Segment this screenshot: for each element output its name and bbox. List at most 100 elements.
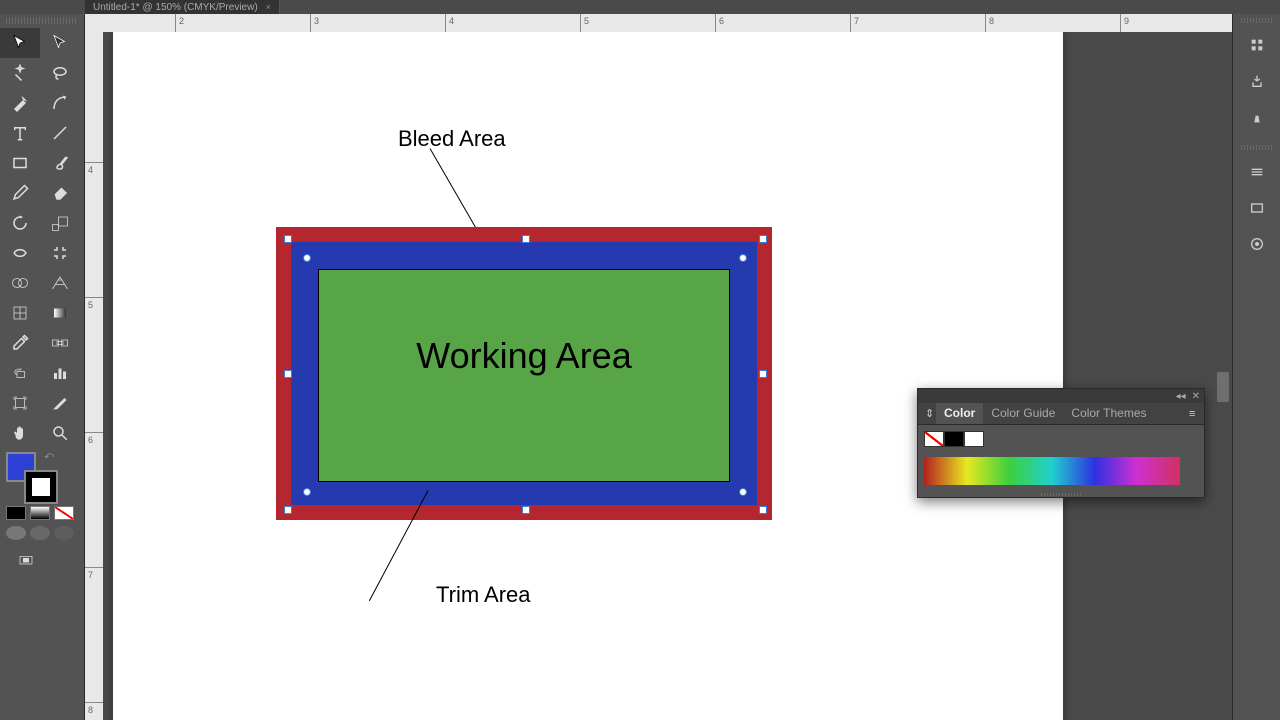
artboard[interactable]: Bleed Area Working Area Trim Area — [113, 32, 1063, 720]
panel-titlebar[interactable]: ◂◂ ✕ — [918, 389, 1204, 403]
ruler-h-tick: 2 — [179, 16, 184, 26]
free-transform-tool[interactable] — [40, 238, 80, 268]
scale-tool[interactable] — [40, 208, 80, 238]
panel-menu-icon[interactable]: ≡ — [1186, 408, 1200, 420]
ruler-v-tick: 6 — [88, 435, 93, 445]
artboard-tool[interactable] — [0, 388, 40, 418]
column-graph-tool[interactable] — [40, 358, 80, 388]
tab-color-themes[interactable]: Color Themes — [1063, 403, 1154, 424]
panel-close-icon[interactable]: ✕ — [1192, 391, 1200, 402]
swatches-panel-icon[interactable] — [1233, 190, 1280, 226]
panel-tab-row: ⇕ Color Color Guide Color Themes ≡ — [918, 403, 1204, 425]
selection-handle[interactable] — [739, 254, 747, 262]
ruler-h-tick: 7 — [854, 16, 859, 26]
shape-builder-tool[interactable] — [0, 268, 40, 298]
draw-normal-icon[interactable] — [6, 526, 26, 540]
panel-resize-grip[interactable] — [918, 491, 1204, 497]
libraries-panel-icon[interactable] — [1233, 63, 1280, 99]
working-area-rect[interactable]: Working Area — [318, 269, 730, 482]
eraser-tool[interactable] — [40, 178, 80, 208]
mesh-tool[interactable] — [0, 298, 40, 328]
tab-color-guide[interactable]: Color Guide — [983, 403, 1063, 424]
ruler-h-tick: 5 — [584, 16, 589, 26]
symbol-sprayer-tool[interactable] — [0, 358, 40, 388]
lasso-tool[interactable] — [40, 58, 80, 88]
horizontal-ruler[interactable]: 2 3 4 5 6 7 8 9 — [85, 14, 1232, 32]
scrollbar-thumb[interactable] — [1217, 372, 1229, 402]
right-panel-dock — [1232, 14, 1280, 720]
selection-handle[interactable] — [284, 370, 292, 378]
right-dock-grip-2[interactable] — [1241, 145, 1272, 150]
color-mode-solid[interactable] — [6, 506, 26, 520]
color-mode-none[interactable] — [54, 506, 74, 520]
line-segment-tool[interactable] — [40, 118, 80, 148]
selection-handle[interactable] — [303, 488, 311, 496]
ruler-v-tick: 5 — [88, 300, 93, 310]
perspective-grid-tool[interactable] — [40, 268, 80, 298]
toolbar-grip[interactable] — [6, 18, 78, 24]
selection-handle[interactable] — [284, 506, 292, 514]
tools-panel: ⤺ — [0, 14, 85, 720]
direct-selection-tool[interactable] — [40, 28, 80, 58]
color-white-swatch[interactable] — [964, 431, 984, 447]
paintbrush-tool[interactable] — [40, 148, 80, 178]
selection-handle[interactable] — [759, 370, 767, 378]
vertical-ruler[interactable]: 4 5 6 7 8 — [85, 32, 103, 720]
swap-fill-stroke-icon[interactable]: ⤺ — [44, 450, 54, 461]
color-spectrum[interactable] — [924, 457, 1180, 485]
appearance-panel-icon[interactable] — [1233, 226, 1280, 262]
zoom-tool[interactable] — [40, 418, 80, 448]
vertical-scrollbar[interactable]: ▴ — [1214, 14, 1232, 720]
slice-tool[interactable] — [40, 388, 80, 418]
gradient-tool[interactable] — [40, 298, 80, 328]
blend-tool[interactable] — [40, 328, 80, 358]
tab-color[interactable]: Color — [936, 403, 983, 424]
panel-collapse-icon[interactable]: ◂◂ — [1176, 391, 1186, 402]
color-panel-body — [918, 425, 1204, 491]
screen-mode-icon[interactable] — [6, 546, 46, 576]
selection-handle[interactable] — [759, 235, 767, 243]
selection-handle[interactable] — [739, 488, 747, 496]
hand-tool[interactable] — [0, 418, 40, 448]
ruler-h-tick: 3 — [314, 16, 319, 26]
document-tab[interactable]: Untitled-1* @ 150% (CMYK/Preview) × — [85, 0, 280, 14]
selection-handle[interactable] — [303, 254, 311, 262]
magic-wand-tool[interactable] — [0, 58, 40, 88]
ruler-v-tick: 4 — [88, 165, 93, 175]
right-dock-grip[interactable] — [1241, 18, 1272, 23]
color-mode-gradient[interactable] — [30, 506, 50, 520]
rectangle-tool[interactable] — [0, 148, 40, 178]
pen-tool[interactable] — [0, 88, 40, 118]
document-tab-bar: Untitled-1* @ 150% (CMYK/Preview) × — [85, 0, 1230, 14]
stroke-swatch[interactable] — [26, 472, 56, 502]
close-tab-icon[interactable]: × — [266, 2, 271, 12]
color-none-swatch[interactable] — [924, 431, 944, 447]
rotate-tool[interactable] — [0, 208, 40, 238]
ruler-h-tick: 9 — [1124, 16, 1129, 26]
draw-inside-icon[interactable] — [54, 526, 74, 540]
selection-handle[interactable] — [522, 235, 530, 243]
type-tool[interactable] — [0, 118, 40, 148]
selection-handle[interactable] — [759, 506, 767, 514]
color-panel[interactable]: ◂◂ ✕ ⇕ Color Color Guide Color Themes ≡ — [917, 388, 1205, 498]
pencil-tool[interactable] — [0, 178, 40, 208]
selection-handle[interactable] — [522, 506, 530, 514]
bleed-label: Bleed Area — [398, 126, 506, 152]
selection-handle[interactable] — [284, 235, 292, 243]
color-black-swatch[interactable] — [944, 431, 964, 447]
canvas-viewport[interactable]: Bleed Area Working Area Trim Area — [103, 32, 1214, 720]
brushes-panel-icon[interactable] — [1233, 99, 1280, 135]
ruler-h-tick: 4 — [449, 16, 454, 26]
curvature-tool[interactable] — [40, 88, 80, 118]
stroke-panel-icon[interactable] — [1233, 154, 1280, 190]
ruler-h-tick: 8 — [989, 16, 994, 26]
ruler-v-tick: 8 — [88, 705, 93, 715]
color-swatch-area: ⤺ — [0, 448, 84, 580]
working-area-label: Working Area — [416, 335, 631, 417]
width-tool[interactable] — [0, 238, 40, 268]
draw-behind-icon[interactable] — [30, 526, 50, 540]
properties-panel-icon[interactable] — [1233, 27, 1280, 63]
selection-tool[interactable] — [0, 28, 40, 58]
panel-expand-icon[interactable]: ⇕ — [922, 407, 936, 420]
eyedropper-tool[interactable] — [0, 328, 40, 358]
